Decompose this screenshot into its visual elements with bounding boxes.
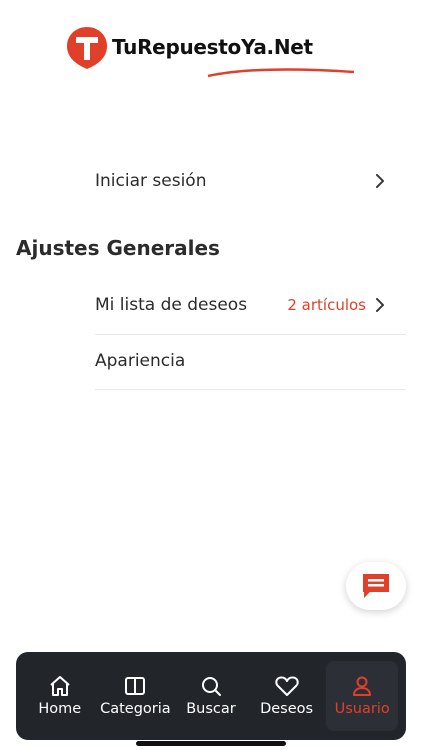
chevron-right-icon xyxy=(376,298,384,312)
bottom-tab-bar: Home Categoria Buscar Deseos Usuario xyxy=(16,652,406,740)
tab-home[interactable]: Home xyxy=(24,661,96,731)
divider xyxy=(95,389,406,390)
tab-label: Home xyxy=(38,701,82,717)
login-label: Iniciar sesión xyxy=(95,171,207,191)
book-icon xyxy=(125,677,146,695)
home-indicator xyxy=(136,741,286,746)
tab-label: Buscar xyxy=(186,701,236,717)
wishlist-count: 2 artículos xyxy=(287,296,366,314)
tab-deseos[interactable]: Deseos xyxy=(251,661,323,731)
logo-swoosh xyxy=(207,68,355,78)
tab-label: Categoria xyxy=(100,701,171,717)
tab-categoria[interactable]: Categoria xyxy=(99,661,171,731)
t-badge-icon xyxy=(64,24,110,70)
app-logo: TuRepuestoYa.Net xyxy=(64,24,355,78)
tab-usuario[interactable]: Usuario xyxy=(326,661,399,731)
home-icon xyxy=(50,676,70,696)
user-icon xyxy=(353,676,372,696)
chat-button[interactable] xyxy=(346,562,406,610)
tab-label: Deseos xyxy=(260,701,314,717)
screen: TuRepuestoYa.Net Iniciar sesión Ajustes … xyxy=(0,0,422,750)
search-icon xyxy=(201,677,221,696)
login-row[interactable]: Iniciar sesión xyxy=(95,155,406,207)
appearance-label: Apariencia xyxy=(95,351,186,371)
tab-label: Usuario xyxy=(334,701,390,717)
tab-buscar[interactable]: Buscar xyxy=(175,661,247,731)
appearance-row[interactable]: Apariencia xyxy=(95,335,406,387)
section-title: Ajustes Generales xyxy=(16,236,220,260)
wishlist-row[interactable]: Mi lista de deseos 2 artículos xyxy=(95,279,406,331)
heart-icon xyxy=(274,676,299,696)
logo-text: TuRepuestoYa.Net xyxy=(112,35,313,59)
chevron-right-icon xyxy=(376,174,384,188)
chat-icon xyxy=(363,574,389,598)
wishlist-label: Mi lista de deseos xyxy=(95,295,248,315)
